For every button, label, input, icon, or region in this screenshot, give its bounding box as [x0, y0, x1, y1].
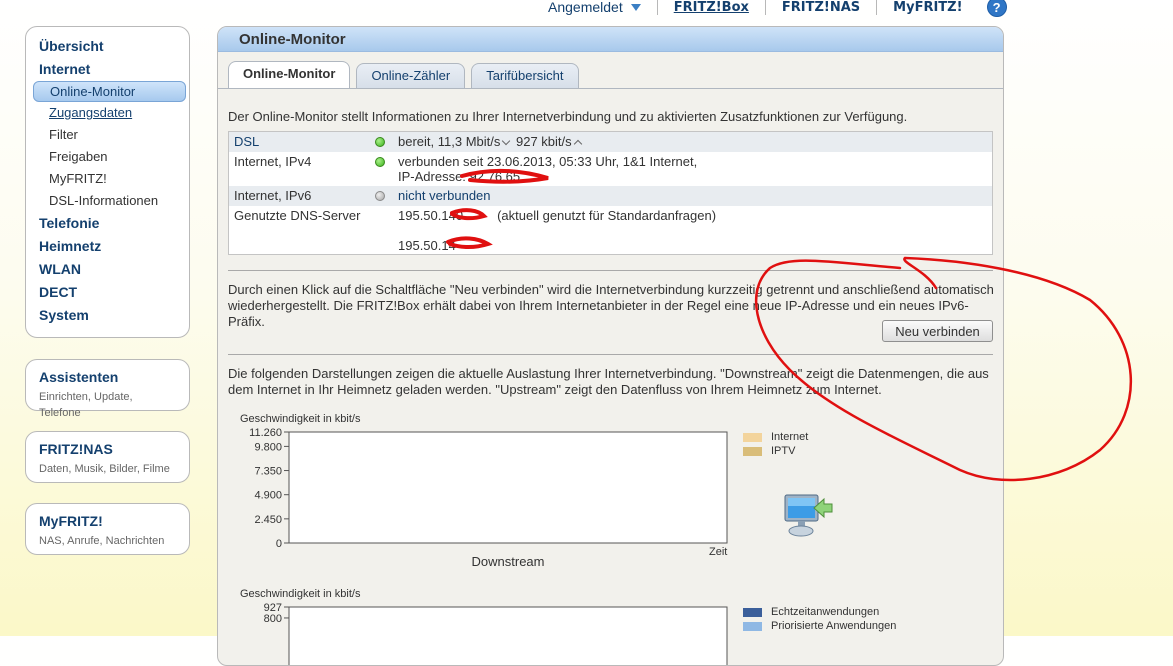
tab-online-monitor[interactable]: Online-Monitor	[228, 61, 351, 88]
menu-heimnetz[interactable]: Heimnetz	[26, 235, 189, 258]
y-tick-label: 4.900	[254, 490, 282, 502]
login-status-label: Angemeldet	[548, 0, 623, 15]
legend-item: Echtzeitanwendungen	[743, 605, 896, 619]
reconnect-button[interactable]: Neu verbinden	[882, 320, 993, 342]
status-row-ipv6: Internet, IPv6 nicht verbunden	[229, 186, 992, 206]
legend-item: IPTV	[743, 444, 808, 458]
menu-wlan[interactable]: WLAN	[26, 258, 189, 281]
ipv4-address: IP-Adresse: 92.76.65	[398, 169, 521, 184]
ipv6-label: Internet, IPv6	[234, 188, 312, 203]
ipv4-label: Internet, IPv4	[234, 154, 312, 169]
myfritz-box[interactable]: MyFRITZ! NAS, Anrufe, Nachrichten	[25, 503, 190, 555]
legend-item: Internet	[743, 430, 808, 444]
ipv4-connected: verbunden seit 23.06.2013, 05:33 Uhr, 1&…	[398, 154, 698, 169]
legend-item: Priorisierte Anwendungen	[743, 619, 896, 633]
legend-swatch	[743, 446, 762, 456]
menu-myfritz[interactable]: MyFRITZ!	[26, 168, 189, 190]
y-tick-label: 2.450	[254, 514, 282, 526]
upstream-ylabel: Geschwindigkeit in kbit/s	[240, 588, 361, 600]
y-tick-label: 0	[276, 538, 282, 550]
dns-value: 195.50.140 (aktuell genutzt für Standarda…	[398, 208, 716, 253]
nav-myfritz[interactable]: MyFRITZ!	[876, 0, 978, 15]
menu-uebersicht[interactable]: Übersicht	[26, 35, 189, 58]
menu-system[interactable]: System	[26, 304, 189, 327]
dsl-value: bereit, 11,3 Mbit/s 927 kbit/s	[398, 134, 584, 149]
usage-description: Die folgenden Darstellungen zeigen die a…	[228, 366, 989, 397]
dsl-upstream: 927 kbit/s	[516, 134, 572, 149]
menu-freigaben[interactable]: Freigaben	[26, 146, 189, 168]
y-tick-label: 7.350	[254, 466, 282, 478]
dns-server-1: 195.50.140	[398, 208, 464, 223]
legend-echtzeit: Echtzeitanwendungen	[771, 606, 880, 618]
downstream-chart: 11.260 9.800 7.350 4.900 2.450 0 Zeit Downstrea…	[249, 427, 728, 569]
legend-swatch	[743, 607, 762, 617]
nav-fritznas[interactable]: FRITZ!NAS	[764, 0, 876, 15]
chevron-down-icon	[502, 136, 511, 146]
menu-filter[interactable]: Filter	[26, 124, 189, 146]
ipv4-value: verbunden seit 23.06.2013, 05:33 Uhr, 1&…	[398, 154, 697, 184]
menu-dsl-informationen[interactable]: DSL-Informationen	[26, 190, 189, 212]
help-icon[interactable]: ?	[986, 0, 1007, 17]
status-green-icon	[375, 157, 385, 167]
dns-label: Genutzte DNS-Server	[234, 208, 361, 223]
x-axis-label: Zeit	[709, 546, 727, 558]
dsl-downstream: bereit, 11,3 Mbit/s	[398, 134, 501, 149]
y-tick-label: 11.260	[249, 427, 282, 439]
status-row-ipv4: Internet, IPv4 verbunden seit 23.06.2013…	[229, 152, 992, 186]
plot-area	[288, 606, 728, 665]
tab-divider	[218, 88, 1003, 89]
menu-telefonie[interactable]: Telefonie	[26, 212, 189, 235]
login-status-menu[interactable]: Angemeldet	[548, 0, 657, 15]
fritznas-title: FRITZ!NAS	[39, 441, 113, 457]
legend-swatch	[743, 621, 762, 631]
legend-iptv: IPTV	[771, 445, 796, 457]
tab-bar: Online-Monitor Online-Zähler Tarifübersi…	[228, 61, 579, 88]
intro-text: Der Online-Monitor stellt Informationen …	[228, 109, 908, 124]
page-title: Online-Monitor	[218, 27, 1003, 52]
main-menu: Übersicht Internet Online-Monitor Zugang…	[25, 26, 190, 338]
chevron-up-icon	[573, 139, 582, 149]
status-row-dsl: DSL bereit, 11,3 Mbit/s 927 kbit/s	[229, 132, 992, 152]
ipv6-value[interactable]: nicht verbunden	[398, 188, 491, 203]
upstream-chart: 927800	[264, 602, 728, 665]
online-monitor-panel: Online-Monitor Online-Monitor Online-Zäh…	[217, 26, 1004, 666]
y-tick-label: 9.800	[254, 441, 282, 453]
triangle-down-icon	[630, 3, 641, 11]
computer-icon	[784, 494, 833, 537]
connection-status-table: DSL bereit, 11,3 Mbit/s 927 kbit/s Inter…	[228, 131, 993, 255]
downstream-ylabel: Geschwindigkeit in kbit/s	[240, 413, 361, 425]
legend-internet: Internet	[771, 431, 809, 443]
menu-zugangsdaten[interactable]: Zugangsdaten	[26, 102, 189, 124]
downstream-legend: Internet IPTV	[743, 430, 808, 458]
menu-internet[interactable]: Internet	[26, 58, 189, 81]
status-green-icon	[375, 137, 385, 147]
tab-tarifuebersicht[interactable]: Tarifübersicht	[471, 63, 579, 88]
fritznas-subtitle: Daten, Musik, Bilder, Filme	[39, 463, 170, 475]
plot-area	[288, 431, 728, 544]
dns-server-2: 195.50.14	[398, 238, 456, 253]
assistenten-subtitle: Einrichten, Update, Telefone	[39, 391, 133, 419]
status-grey-icon	[375, 191, 385, 201]
top-navigation: Angemeldet FRITZ!Box FRITZ!NAS MyFRITZ! …	[548, 0, 1007, 18]
divider	[228, 270, 993, 271]
menu-online-monitor[interactable]: Online-Monitor	[33, 81, 186, 102]
fritznas-box[interactable]: FRITZ!NAS Daten, Musik, Bilder, Filme	[25, 431, 190, 483]
assistenten-box[interactable]: Assistenten Einrichten, Update, Telefone	[25, 359, 190, 419]
y-tick-label: 800	[264, 613, 282, 625]
myfritz-title: MyFRITZ!	[39, 513, 103, 529]
menu-dect[interactable]: DECT	[26, 281, 189, 304]
legend-swatch	[743, 432, 762, 442]
nav-fritzbox[interactable]: FRITZ!Box	[656, 0, 765, 15]
myfritz-subtitle: NAS, Anrufe, Nachrichten	[39, 535, 165, 547]
dsl-label[interactable]: DSL	[234, 134, 259, 149]
tab-online-zaehler[interactable]: Online-Zähler	[356, 63, 466, 88]
assistenten-title: Assistenten	[39, 369, 119, 385]
status-row-dns: Genutzte DNS-Server 195.50.140 (aktuell g…	[229, 206, 992, 254]
chart-caption: Downstream	[472, 554, 545, 569]
divider	[228, 354, 993, 355]
upstream-legend: Echtzeitanwendungen Priorisierte Anwendu…	[743, 605, 896, 633]
legend-priorisiert: Priorisierte Anwendungen	[771, 620, 897, 632]
dns-server-1-note: (aktuell genutzt für Standardanfragen)	[497, 208, 717, 223]
